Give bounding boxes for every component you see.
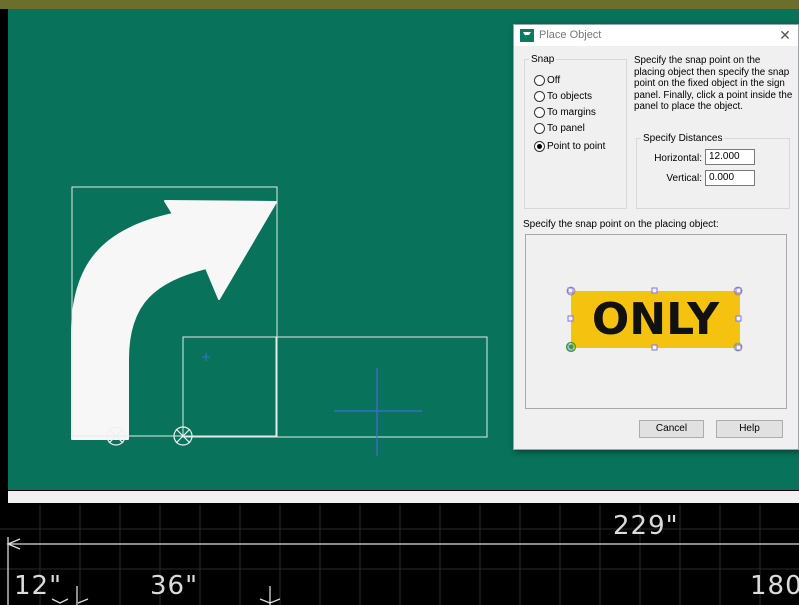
radio-button[interactable] <box>534 106 545 118</box>
only-sign-preview[interactable]: ONLY <box>571 291 740 348</box>
dimension-second-offset-label: 36" <box>150 571 199 601</box>
place-object-dialog: Place Object ✕ Snap Off To objects To ma… <box>513 24 799 450</box>
only-sign-text: ONLY <box>591 294 720 345</box>
help-button[interactable]: Help <box>716 420 783 438</box>
snap-option-to-objects[interactable]: To objects <box>534 89 592 103</box>
vertical-input[interactable]: 0.000 <box>705 170 755 186</box>
snap-option-off[interactable]: Off <box>534 73 560 87</box>
top-border-strip <box>0 0 799 9</box>
dialog-title: Place Object <box>539 29 602 41</box>
close-icon[interactable]: ✕ <box>776 26 794 44</box>
snap-option-label: Point to point <box>547 140 606 152</box>
right-turn-arrow[interactable] <box>71 200 277 440</box>
dimension-overall-label: 229" <box>613 511 679 541</box>
placement-crosshair <box>334 368 422 456</box>
dimension-area: 229" 12" 36" 180 <box>0 491 799 605</box>
object-preview-box[interactable]: ONLY <box>525 234 787 409</box>
distances-group-label: Specify Distances <box>643 133 723 144</box>
radio-button[interactable] <box>534 122 545 134</box>
dimension-right-label: 180 <box>750 571 799 601</box>
vertical-label: Vertical: <box>666 173 702 184</box>
snap-option-label: To panel <box>547 122 585 134</box>
snap-option-point-to-point[interactable]: Point to point <box>534 139 605 153</box>
snap-option-label: To margins <box>547 106 596 118</box>
instructions-text: Specify the snap point on the placing ob… <box>634 55 793 112</box>
panel-bottom-edge <box>8 491 799 503</box>
radio-button[interactable] <box>534 90 545 102</box>
horizontal-label: Horizontal: <box>654 153 702 164</box>
dimension-grid <box>0 505 799 605</box>
placing-object-outline <box>182 336 488 438</box>
radio-button[interactable] <box>534 74 545 86</box>
cancel-button[interactable]: Cancel <box>639 420 704 438</box>
snap-group-label: Snap <box>531 54 555 65</box>
snap-option-label: To objects <box>547 90 593 102</box>
small-cursor-cross <box>202 353 210 361</box>
dialog-title-bar[interactable]: Place Object ✕ <box>514 25 798 46</box>
dimension-left-offset-label: 12" <box>14 571 63 601</box>
snap-prompt-text: Specify the snap point on the placing ob… <box>523 219 719 230</box>
snap-option-label: Off <box>547 74 561 86</box>
radio-button-selected[interactable] <box>534 140 545 152</box>
horizontal-input[interactable]: 12.000 <box>705 149 755 165</box>
snap-option-to-panel[interactable]: To panel <box>534 121 585 135</box>
app-icon <box>520 29 534 42</box>
snap-option-to-margins[interactable]: To margins <box>534 105 596 119</box>
